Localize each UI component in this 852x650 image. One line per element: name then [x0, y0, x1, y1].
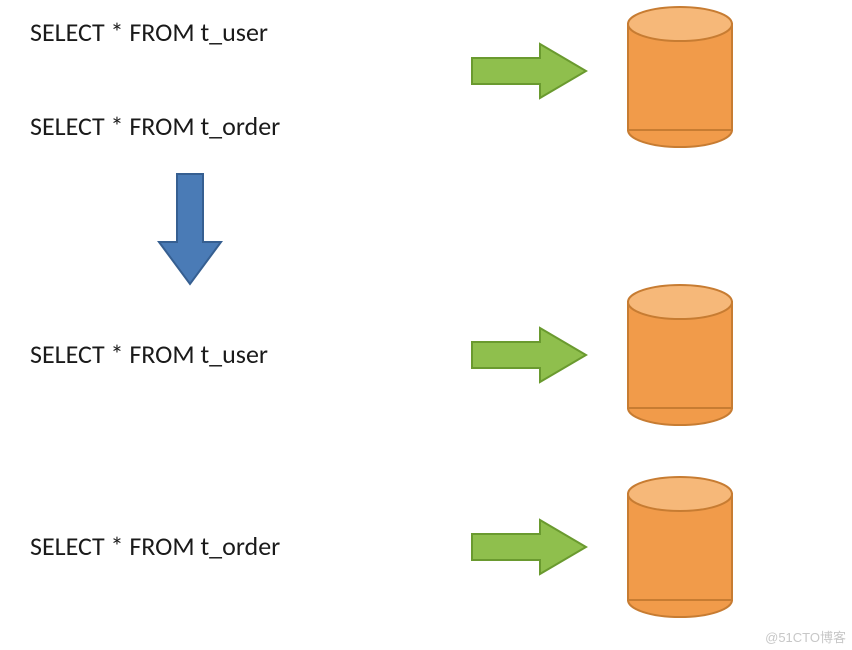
- watermark-text: @51CTO博客: [765, 627, 846, 646]
- sql-statement-bot-1: SELECT * FROM t_user: [30, 338, 268, 370]
- arrow-right-icon-mid: [470, 324, 590, 393]
- sql-statement-top-1: SELECT * FROM t_user: [30, 16, 268, 48]
- arrow-right-icon-top: [470, 40, 590, 109]
- arrow-down-icon: [155, 170, 225, 297]
- arrow-right-icon-bot: [470, 516, 590, 585]
- sql-statement-top-2: SELECT * FROM t_order: [30, 110, 280, 142]
- database-icon-mid: [620, 280, 740, 437]
- database-icon-bot: [620, 472, 740, 629]
- sql-statement-bot-2: SELECT * FROM t_order: [30, 530, 280, 562]
- database-icon-top: [620, 2, 740, 159]
